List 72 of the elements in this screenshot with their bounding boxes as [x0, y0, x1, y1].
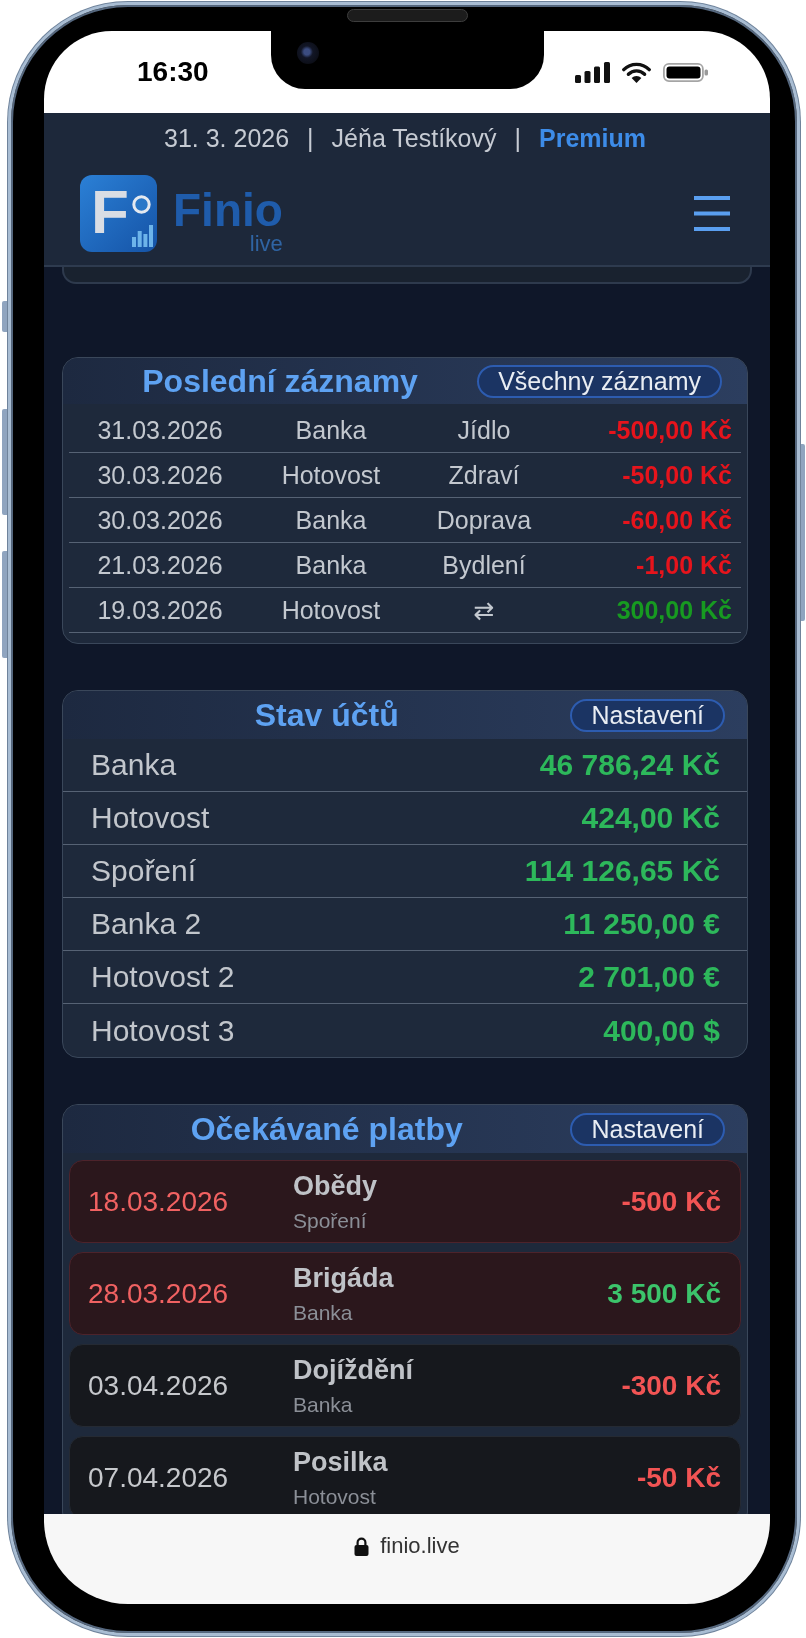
payment-name: Obědy — [293, 1169, 378, 1202]
camera-lens-icon — [297, 42, 319, 64]
payment-date: 28.03.2026 — [88, 1277, 229, 1310]
account-balance: 46 786,24 Kč — [539, 748, 720, 782]
battery-icon — [663, 62, 708, 82]
record-category: Bydlení — [442, 550, 526, 580]
account-name: Banka 2 — [91, 907, 202, 941]
lock-icon — [354, 1537, 370, 1556]
record-account: Hotovost — [281, 460, 381, 490]
payment-date: 07.04.2026 — [88, 1461, 229, 1494]
record-category: ⇄ — [473, 595, 495, 625]
record-account: Hotovost — [281, 595, 381, 625]
settings-button[interactable]: Nastavení — [570, 1112, 725, 1146]
card-title: Stav účtů — [254, 696, 399, 734]
card-title: Očekávané platby — [190, 1110, 463, 1148]
account-balance: 424,00 Kč — [581, 801, 720, 835]
record-account: Banka — [295, 550, 367, 580]
record-date: 30.03.2026 — [97, 460, 223, 490]
record-amount: -1,00 Kč — [636, 550, 732, 580]
url-text: finio.live — [380, 1532, 460, 1560]
payment-amount: -500 Kč — [621, 1185, 721, 1218]
account-balance: 114 126,65 Kč — [524, 854, 720, 888]
record-amount: -60,00 Kč — [622, 505, 732, 535]
account-balance: 11 250,00 € — [563, 907, 720, 941]
record-account: Banka — [295, 505, 367, 535]
all-records-button[interactable]: Všechny záznamy — [477, 364, 722, 398]
payment-account: Banka — [293, 1299, 353, 1326]
record-date: 21.03.2026 — [97, 550, 223, 580]
payment-amount: -50 Kč — [636, 1461, 721, 1494]
ring-icon — [132, 195, 151, 214]
payment-account: Hotovost — [293, 1483, 376, 1510]
card-title: Poslední záznamy — [142, 362, 418, 400]
account-name: Hotovost 2 — [91, 960, 235, 994]
brand-tagline: live — [249, 233, 283, 254]
brand-name: Finio — [173, 187, 283, 232]
separator: | — [514, 123, 521, 153]
payment-date: 18.03.2026 — [88, 1185, 229, 1218]
record-date: 30.03.2026 — [97, 505, 223, 535]
header-date: 31. 3. 2026 — [164, 123, 290, 153]
menu-icon[interactable] — [694, 196, 730, 231]
logo-letter: F — [91, 181, 129, 243]
bar-chart-icon — [132, 223, 153, 247]
record-category: Zdraví — [448, 460, 520, 490]
account-balance: 2 701,00 € — [578, 960, 720, 994]
record-date: 19.03.2026 — [97, 595, 223, 625]
status-time: 16:30 — [137, 56, 209, 88]
payment-name: Brigáda — [293, 1261, 394, 1294]
record-amount: 300,00 Kč — [616, 595, 732, 625]
signal-icon — [575, 61, 610, 83]
payment-name: Posilka — [293, 1445, 388, 1478]
plan-link[interactable]: Premium — [539, 123, 646, 153]
payment-date: 03.04.2026 — [88, 1369, 229, 1402]
record-date: 31.03.2026 — [97, 415, 223, 445]
payment-amount: 3 500 Kč — [607, 1277, 721, 1310]
account-name: Hotovost — [91, 801, 210, 835]
record-account: Banka — [295, 415, 367, 445]
record-amount: -50,00 Kč — [622, 460, 732, 490]
payment-amount: -300 Kč — [621, 1369, 721, 1402]
account-name: Banka — [91, 748, 177, 782]
record-category: Doprava — [436, 505, 532, 535]
account-name: Hotovost 3 — [91, 1013, 235, 1048]
settings-button[interactable]: Nastavení — [570, 698, 725, 732]
account-balance: 400,00 $ — [603, 1013, 720, 1048]
separator: | — [307, 123, 314, 153]
payment-account: Banka — [293, 1391, 353, 1418]
wifi-icon — [622, 61, 651, 83]
record-category: Jídlo — [457, 415, 511, 445]
user-name: Jéňa Testíkový — [331, 123, 497, 153]
payment-name: Dojíždění — [293, 1353, 413, 1386]
record-amount: -500,00 Kč — [608, 415, 732, 445]
account-name: Spoření — [91, 854, 197, 888]
payment-account: Spoření — [293, 1207, 367, 1234]
